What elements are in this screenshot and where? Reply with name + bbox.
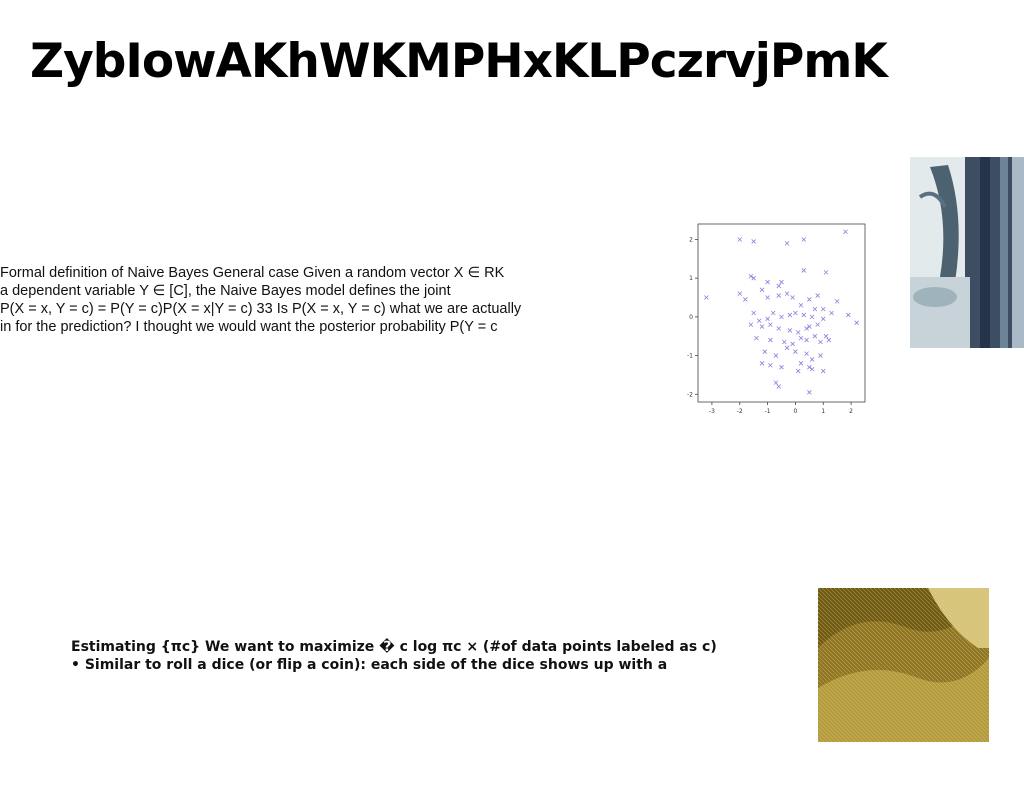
y-tick-label: 1 bbox=[689, 275, 693, 282]
text-line: Formal definition of Naive Bayes General… bbox=[0, 265, 505, 281]
text-line: Estimating {πc} We want to maximize � c … bbox=[71, 639, 717, 655]
golden-terrain-photo bbox=[818, 588, 989, 742]
y-tick-label: 2 bbox=[689, 236, 693, 243]
paragraph-estimating-pi: Estimating {πc} We want to maximize � c … bbox=[71, 638, 771, 674]
x-tick-label: -1 bbox=[765, 408, 771, 415]
plot-frame bbox=[697, 223, 866, 403]
golden-terrain-art bbox=[818, 588, 989, 742]
x-tick-label: -3 bbox=[709, 408, 715, 415]
x-tick-label: -2 bbox=[737, 408, 743, 415]
y-tick-label: -2 bbox=[687, 391, 693, 398]
paragraph-naive-bayes-definition: Formal definition of Naive Bayes General… bbox=[0, 264, 570, 336]
scatter-plot: -3 -2 -1 0 1 2 -2 -1 0 1 2 bbox=[687, 223, 866, 415]
x-tick-label: 2 bbox=[849, 408, 853, 415]
y-tick-label: 0 bbox=[689, 314, 693, 321]
vase-photo-art bbox=[910, 157, 1024, 348]
text-line: • Similar to roll a dice (or flip a coin… bbox=[71, 657, 668, 673]
vase-photo bbox=[910, 157, 1024, 348]
y-tick-label: -1 bbox=[687, 353, 693, 360]
text-line: in for the prediction? I thought we woul… bbox=[0, 319, 498, 335]
text-line: P(X = x, Y = c) = P(Y = c)P(X = x|Y = c)… bbox=[0, 301, 522, 317]
page-title: ZybIowAKhWKMPHxKLPczrvjPmK bbox=[30, 34, 888, 89]
x-tick-label: 0 bbox=[794, 408, 798, 415]
x-tick-label: 1 bbox=[821, 408, 825, 415]
text-line: a dependent variable Y ∈ [C], the Naive … bbox=[0, 283, 451, 299]
